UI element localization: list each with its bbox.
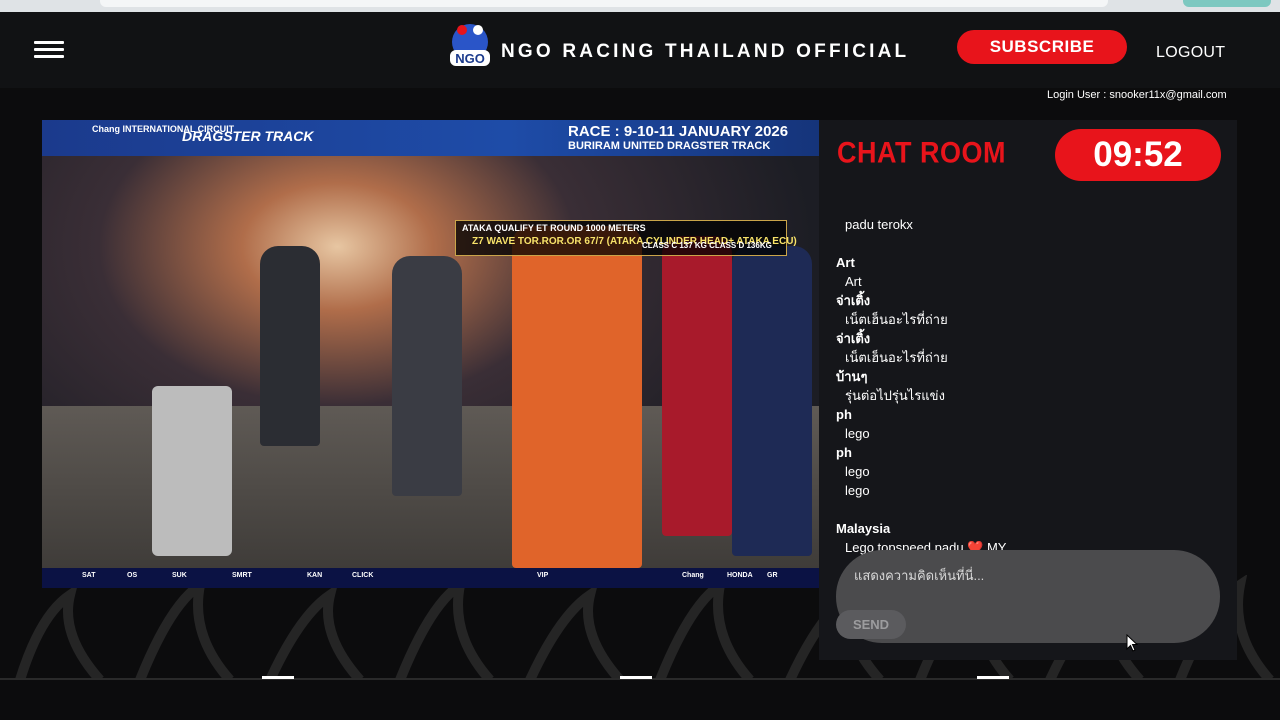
video-rider bbox=[392, 256, 462, 496]
video-chair bbox=[152, 386, 232, 556]
chat-input[interactable] bbox=[852, 562, 1196, 588]
sponsor-logo: SUK bbox=[172, 572, 187, 579]
sponsor-logo: CLICK bbox=[352, 572, 374, 579]
chat-message-text: padu terokx bbox=[845, 217, 913, 232]
subscribe-button[interactable]: SUBSCRIBE bbox=[957, 30, 1127, 64]
sponsor-logo: GR bbox=[767, 572, 778, 579]
site-header: NGO NGO RACING THAILAND OFFICIAL SUBSCRI… bbox=[0, 12, 1280, 88]
chat-message-author: จ่าเติ้ง bbox=[836, 331, 871, 346]
sponsor-logo: SAT bbox=[82, 572, 96, 579]
chat-message-text: lego bbox=[845, 483, 870, 498]
sponsor-logo: SMRT bbox=[232, 572, 252, 579]
chat-message-list[interactable]: padu terokx Art Art จ่าเติ้ง เน็ตเฮ็นอะไ… bbox=[836, 215, 1216, 555]
dragster-track-logo: DRAGSTER TRACK bbox=[182, 128, 314, 144]
chat-message-text: lego bbox=[845, 426, 870, 441]
svg-text:NGO: NGO bbox=[455, 51, 485, 66]
sponsor-strip: SAT OS SUK SMRT KAN CLICK VIP Chang HOND… bbox=[42, 568, 819, 588]
chat-message-author: จ่าเติ้ง bbox=[836, 293, 871, 308]
chat-message-text: lego bbox=[845, 464, 870, 479]
chat-message-author: ph bbox=[836, 445, 852, 460]
page-indicator[interactable] bbox=[620, 676, 652, 679]
video-person bbox=[260, 246, 320, 446]
race-info-overlay: ATAKA QUALIFY ET ROUND 1000 METERS Z7 WA… bbox=[455, 220, 797, 256]
sponsor-logo: OS bbox=[127, 572, 138, 579]
sponsor-logo: HONDA bbox=[727, 572, 753, 579]
video-person bbox=[662, 236, 732, 536]
chat-message-author: บ้านๆ bbox=[836, 369, 868, 384]
race-subtitle: BURIRAM UNITED DRAGSTER TRACK bbox=[568, 140, 771, 152]
overlay-class-text: CLASS C 137 KG CLASS D 136KG bbox=[642, 241, 772, 250]
chat-message-text: เน็ตเฮ็นอะไรที่ถ่าย bbox=[845, 312, 948, 327]
chat-message-text: เน็ตเฮ็นอะไรที่ถ่าย bbox=[845, 350, 948, 365]
chat-message-text: Art bbox=[845, 274, 862, 289]
video-frame: ATAKA QUALIFY ET ROUND 1000 METERS Z7 WA… bbox=[42, 156, 819, 568]
video-official bbox=[512, 226, 642, 568]
chat-message-author: Malaysia bbox=[836, 521, 891, 536]
page-indicator[interactable] bbox=[977, 676, 1009, 679]
sponsor-logo: Chang bbox=[682, 572, 704, 579]
logout-link[interactable]: LOGOUT bbox=[1156, 44, 1225, 62]
overlay-round-text: ATAKA QUALIFY ET ROUND 1000 METERS bbox=[462, 223, 646, 233]
video-person bbox=[732, 246, 812, 556]
menu-icon[interactable] bbox=[34, 41, 64, 59]
race-title: RACE : 9-10-11 JANUARY 2026 bbox=[568, 123, 789, 140]
chat-input-box[interactable]: SEND bbox=[836, 550, 1220, 643]
live-video-player[interactable]: Chang INTERNATIONAL CIRCUIT DRAGSTER TRA… bbox=[42, 120, 819, 588]
sponsor-logo: VIP bbox=[537, 572, 549, 579]
video-race-banner: Chang INTERNATIONAL CIRCUIT DRAGSTER TRA… bbox=[42, 120, 819, 156]
site-title: NGO RACING THAILAND OFFICIAL bbox=[501, 41, 910, 62]
sponsor-logo: KAN bbox=[307, 572, 323, 579]
browser-address-bar[interactable] bbox=[100, 0, 1108, 7]
mouse-cursor-icon bbox=[1126, 634, 1138, 652]
chat-panel: CHAT ROOM 09:52 padu terokx Art Art จ่าเ… bbox=[819, 120, 1237, 660]
chat-message-author: ph bbox=[836, 407, 852, 422]
browser-top-strip bbox=[0, 0, 1280, 12]
login-user-text: Login User : snooker11x@gmail.com bbox=[1047, 89, 1227, 101]
chat-message-author: Art bbox=[836, 255, 855, 270]
chat-title: CHAT ROOM bbox=[837, 136, 1006, 170]
countdown-timer: 09:52 bbox=[1055, 129, 1221, 181]
page-indicator[interactable] bbox=[262, 676, 294, 679]
ngo-logo[interactable]: NGO bbox=[446, 20, 494, 78]
send-button[interactable]: SEND bbox=[836, 610, 906, 639]
chat-message-text: รุ่นต่อไปรุ่นไรแข่ง bbox=[845, 388, 945, 403]
browser-action-pill[interactable] bbox=[1183, 0, 1271, 7]
